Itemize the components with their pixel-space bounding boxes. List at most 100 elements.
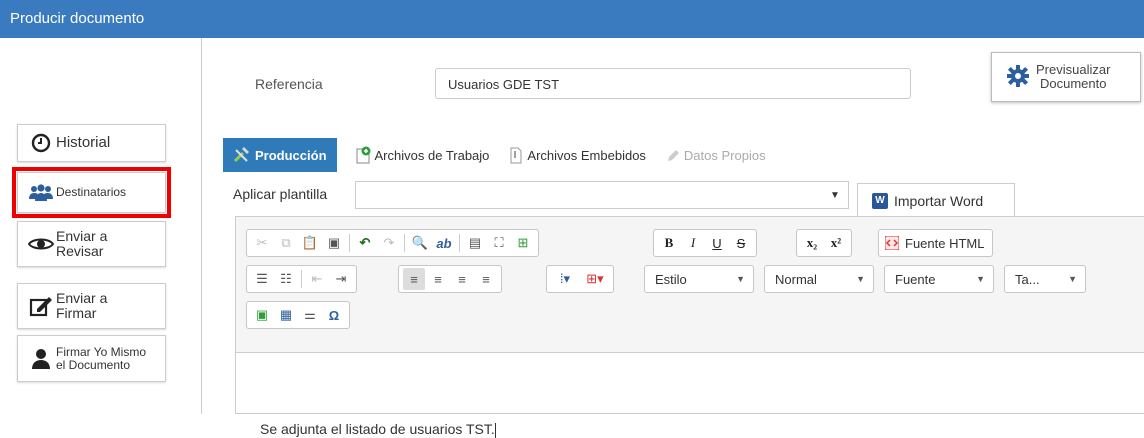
referencia-input[interactable]: Usuarios GDE TST (435, 68, 911, 99)
aplicar-plantilla-label: Aplicar plantilla (233, 186, 328, 202)
find-icon[interactable]: 🔍 (409, 232, 431, 254)
paste-icon[interactable]: 📋 (299, 232, 321, 254)
tools-icon (233, 147, 251, 163)
numbered-list-icon[interactable]: ☰ (251, 268, 273, 290)
extra-group: ▣ ▦ ⚌ Ω (246, 301, 350, 329)
underline-icon[interactable]: U (706, 232, 728, 254)
html-source-icon (885, 236, 899, 250)
word-icon: W (872, 192, 888, 209)
undo-icon[interactable]: ↶ (354, 232, 376, 254)
users-icon (26, 183, 56, 202)
historial-button[interactable]: Historial (17, 124, 166, 162)
editor-text: Se adjunta el listado de usuarios TST. (260, 421, 495, 437)
importar-word-label: Importar Word (894, 192, 984, 209)
firmar-yo-mismo-label: Firmar Yo Mismo el Documento (56, 344, 147, 372)
outdent-icon[interactable]: ⇤ (306, 268, 328, 290)
strikethrough-icon[interactable]: S (730, 232, 752, 254)
tab-archivos-trabajo-label: Archivos de Trabajo (374, 147, 490, 163)
superscript-icon[interactable]: x² (825, 232, 847, 254)
tamano-dropdown[interactable]: Ta... ▼ (1004, 265, 1086, 293)
subscript-icon[interactable]: x₂ (801, 232, 823, 254)
align-right-icon[interactable]: ≡ (451, 268, 473, 290)
text-cursor (494, 422, 496, 438)
fuente-html-label: Fuente HTML (905, 235, 985, 251)
historial-label: Historial (56, 134, 111, 152)
tab-archivos-trabajo[interactable]: Archivos de Trabajo (345, 138, 500, 172)
insert-image-icon[interactable]: ▣ (251, 304, 273, 326)
formato-dropdown[interactable]: Normal ▼ (764, 265, 874, 293)
special-char-icon[interactable]: Ω (323, 304, 345, 326)
firmar-yo-mismo-button[interactable]: Firmar Yo Mismo el Documento (17, 335, 166, 382)
image-icon[interactable]: ▤ (464, 232, 486, 254)
clock-icon (26, 133, 56, 153)
tamano-label: Ta... (1015, 271, 1040, 287)
attachment-icon (509, 146, 523, 164)
caret-down-icon: ▼ (856, 274, 865, 284)
copy-icon[interactable]: ⧉ (275, 232, 297, 254)
estilo-label: Estilo (655, 271, 687, 287)
list-indent-group: ☰ ☷ ⇤ ⇥ (246, 265, 357, 293)
bold-icon[interactable]: B (658, 232, 680, 254)
cut-icon[interactable]: ✂ (251, 232, 273, 254)
align-center-icon[interactable]: ≡ (427, 268, 449, 290)
document-add-icon (355, 146, 371, 164)
horizontal-line-icon[interactable]: ⚌ (299, 304, 321, 326)
caret-down-icon: ▼ (1068, 274, 1077, 284)
enviar-revisar-button[interactable]: Enviar a Revisar (17, 221, 166, 267)
eye-icon (26, 236, 56, 252)
fuente-dropdown[interactable]: Fuente ▼ (884, 265, 994, 293)
gear-icon (1006, 64, 1030, 91)
show-blocks-icon[interactable]: ⊞ (512, 232, 534, 254)
editor-toolbar: ✂ ⧉ 📋 ▣ ↶ ↷ 🔍 ab ▤ ⛶ ⊞ B I U S x₂ x² Fue… (236, 217, 1144, 353)
script-group: x₂ x² (796, 229, 852, 257)
paste-word-icon[interactable]: ▣ (323, 232, 345, 254)
bulleted-list-icon[interactable]: ☷ (275, 268, 297, 290)
sign-icon (26, 295, 56, 317)
tab-datos-propios[interactable]: Datos Propios (656, 138, 776, 172)
align-justify-icon[interactable]: ≡ (475, 268, 497, 290)
sidebar: Historial Destinatarios Enviar a Revisar… (0, 38, 202, 414)
caret-down-icon: ▼ (976, 274, 985, 284)
color-picker-icon[interactable]: ⁞▾ (551, 268, 579, 290)
indent-icon[interactable]: ⇥ (330, 268, 352, 290)
tab-bar: Producción Archivos de Trabajo Archivos … (223, 138, 776, 172)
importar-word-button[interactable]: W Importar Word (857, 183, 1015, 218)
italic-icon[interactable]: I (682, 232, 704, 254)
tab-datos-propios-label: Datos Propios (683, 147, 766, 163)
toolbar-separator (349, 234, 350, 252)
align-group: ≡ ≡ ≡ ≡ (398, 265, 502, 293)
tab-produccion[interactable]: Producción (223, 138, 337, 172)
template-icon[interactable]: ▦ (275, 304, 297, 326)
toolbar-separator (404, 234, 405, 252)
formato-label: Normal (775, 271, 817, 287)
align-left-icon[interactable]: ≡ (403, 268, 425, 290)
previsualizar-button[interactable]: Previsualizar Documento (991, 52, 1141, 102)
table-icon[interactable]: ⊞▾ (581, 268, 609, 290)
tab-archivos-embebidos[interactable]: Archivos Embebidos (499, 138, 656, 172)
previsualizar-label: Previsualizar Documento (1036, 62, 1111, 91)
rich-text-editor: ✂ ⧉ 📋 ▣ ↶ ↷ 🔍 ab ▤ ⛶ ⊞ B I U S x₂ x² Fue… (235, 216, 1144, 438)
window-title: Producir documento (0, 0, 1144, 38)
format-group: B I U S (653, 229, 757, 257)
insert-group: ⁞▾ ⊞▾ (546, 265, 614, 293)
toolbar-separator (459, 234, 460, 252)
enviar-firmar-label: Enviar a Firmar (56, 290, 108, 321)
tab-produccion-label: Producción (255, 147, 327, 163)
replace-icon[interactable]: ab (433, 232, 455, 254)
caret-down-icon: ▼ (736, 274, 745, 284)
referencia-label: Referencia (255, 76, 323, 92)
toolbar-separator (301, 270, 302, 288)
maximize-icon[interactable]: ⛶ (488, 232, 510, 254)
estilo-dropdown[interactable]: Estilo ▼ (644, 265, 754, 293)
destinatarios-button[interactable]: Destinatarios (12, 167, 171, 218)
enviar-revisar-label: Enviar a Revisar (56, 228, 108, 259)
main-panel: Referencia Usuarios GDE TST Previsualiza… (203, 38, 1144, 438)
enviar-firmar-button[interactable]: Enviar a Firmar (17, 283, 166, 329)
fuente-html-button[interactable]: Fuente HTML (878, 229, 994, 257)
plantilla-select[interactable]: ▼ (355, 181, 849, 209)
fuente-label: Fuente (895, 271, 936, 287)
pencil-icon (666, 147, 680, 163)
tab-archivos-embebidos-label: Archivos Embebidos (527, 147, 646, 163)
editor-content[interactable]: Se adjunta el listado de usuarios TST. (260, 421, 496, 438)
redo-icon[interactable]: ↷ (378, 232, 400, 254)
